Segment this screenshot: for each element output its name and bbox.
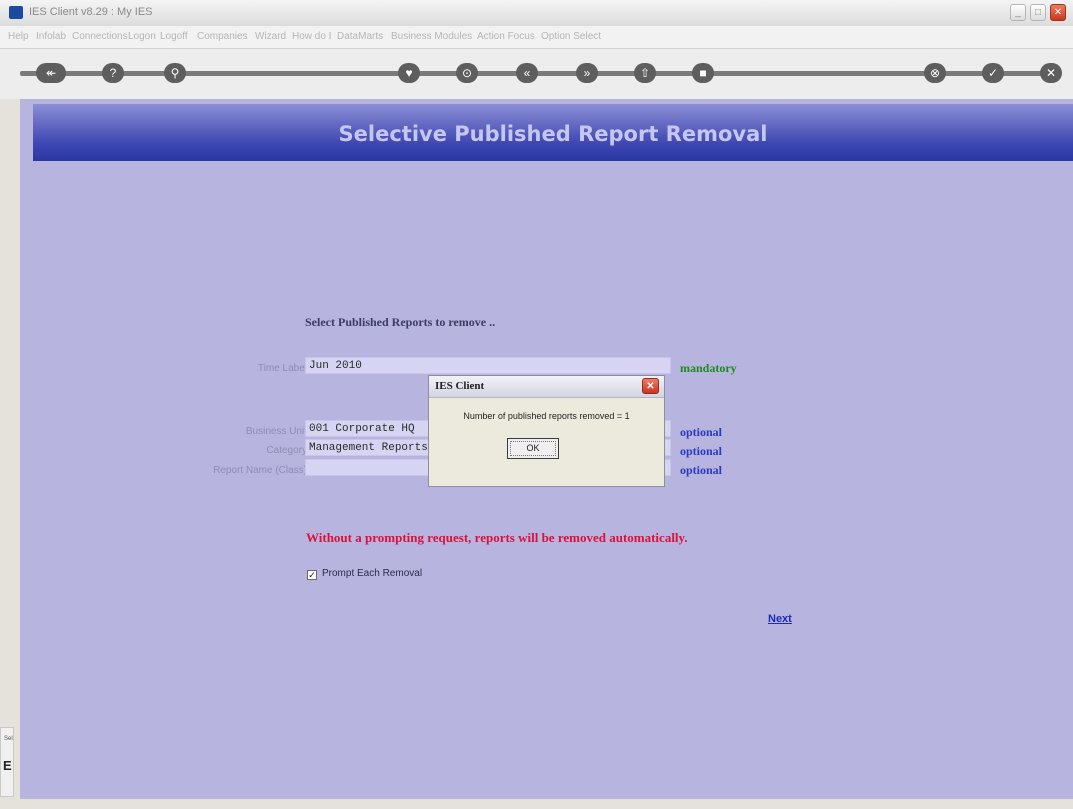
toolbar: ↞ ? ⚲ ♥ ⊙ « » ⇧ ■ ⊗ ✓ ✕ [0,49,1073,99]
prompt-each-removal-label: Prompt Each Removal [322,568,423,579]
section-title: Select Published Reports to remove .. [305,315,496,329]
next-icon[interactable]: » [576,63,598,83]
menu-action-focus[interactable]: Action Focus [477,31,535,42]
menu-infolab[interactable]: Infolab [36,31,66,42]
menu-connections[interactable]: Connections [72,31,128,42]
message-dialog: IES Client ✕ Number of published reports… [428,375,665,487]
previous-icon[interactable]: « [516,63,538,83]
app-icon [9,6,23,19]
application-window: IES Client v8.29 : My IES _ □ ✕ Help Inf… [0,0,1073,809]
upload-icon[interactable]: ⇧ [634,63,656,83]
back-icon[interactable]: ↞ [36,63,66,83]
cancel-icon[interactable]: ⊗ [924,63,946,83]
close-icon[interactable]: ✕ [1040,63,1062,83]
favorite-icon[interactable]: ♥ [398,63,420,83]
time-label-field[interactable]: Jun 2010 [305,357,671,374]
prompt-each-removal-checkbox[interactable]: ✓ [307,570,317,580]
dialog-title: IES Client [435,380,485,392]
category-label: Category [266,445,307,456]
info-icon[interactable]: ⊙ [456,63,478,83]
menu-how-do-i[interactable]: How do I [292,31,331,42]
window-close-button[interactable]: ✕ [1050,4,1066,21]
header-banner: Selective Published Report Removal [33,104,1073,161]
stop-icon[interactable]: ■ [692,63,714,83]
menu-logoff[interactable]: Logoff [160,31,188,42]
dialog-message: Number of published reports removed = 1 [463,411,630,421]
maximize-button[interactable]: □ [1030,4,1046,21]
menu-datamarts[interactable]: DataMarts [337,31,383,42]
menu-wizard[interactable]: Wizard [255,31,286,42]
status-strip [0,799,1073,809]
dialog-title-bar: IES Client ✕ [429,376,664,398]
next-link[interactable]: Next [768,613,792,625]
menu-business-modules[interactable]: Business Modules [391,31,472,42]
business-unit-optional-tag: optional [680,425,723,439]
menu-companies[interactable]: Companies [197,31,248,42]
side-panel: Sel E [0,727,14,797]
page-title: Selective Published Report Removal [338,122,768,146]
search-icon[interactable]: ⚲ [164,63,186,83]
mandatory-tag: mandatory [680,361,737,375]
side-panel-text: Sel [4,736,13,742]
report-name-label: Report Name (Class) [213,465,307,476]
time-label-label: Time Label [257,363,307,374]
report-name-optional-tag: optional [680,463,723,477]
warning-message: Without a prompting request, reports wil… [306,530,688,545]
title-bar: IES Client v8.29 : My IES _ □ ✕ [0,0,1073,27]
side-panel-letter: E [3,758,12,773]
menu-option-select[interactable]: Option Select [541,31,601,42]
minimize-button[interactable]: _ [1010,4,1026,21]
menu-logon[interactable]: Logon [128,31,156,42]
dialog-close-button[interactable]: ✕ [642,378,659,394]
category-optional-tag: optional [680,444,723,458]
menu-help[interactable]: Help [8,31,29,42]
help-icon[interactable]: ? [102,63,124,83]
ok-button[interactable]: OK [507,438,559,459]
confirm-icon[interactable]: ✓ [982,63,1004,83]
business-unit-label: Business Unit [245,426,307,437]
window-title: IES Client v8.29 : My IES [29,6,153,18]
menu-bar: Help Infolab Connections Logon Logoff Co… [0,26,1073,49]
